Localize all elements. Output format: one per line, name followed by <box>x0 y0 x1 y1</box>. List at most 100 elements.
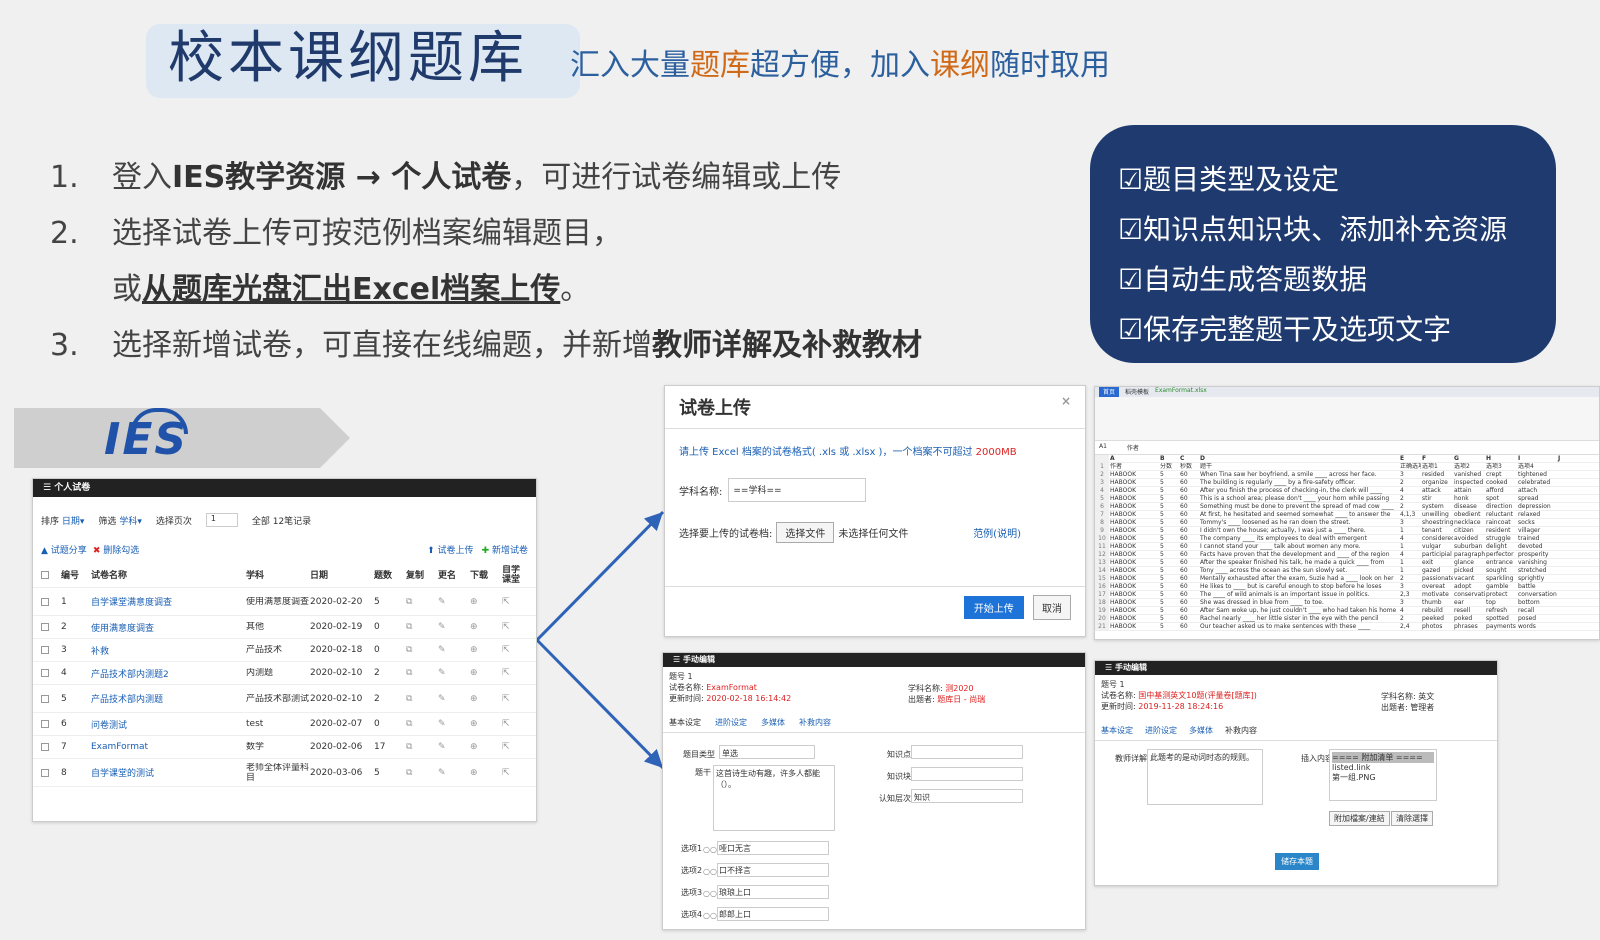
sheet-cell[interactable]: 5 <box>1159 479 1179 486</box>
knowledge-point-input[interactable] <box>911 745 1023 759</box>
sheet-cell[interactable]: F <box>1421 455 1453 462</box>
rename-icon[interactable]: ✎ <box>438 645 470 655</box>
sheet-cell[interactable]: Something must be done to prevent the sp… <box>1199 503 1399 510</box>
row-checkbox[interactable] <box>41 623 49 631</box>
sheet-cell[interactable]: trained <box>1517 535 1557 542</box>
sheet-cell[interactable]: necklace <box>1453 519 1485 526</box>
sheet-cell[interactable]: adopt <box>1453 583 1485 590</box>
sheet-cell[interactable]: After Sam woke up, he just couldn't ____… <box>1199 607 1399 614</box>
upload-button[interactable]: ⬆ 试卷上传 <box>427 543 473 556</box>
sheet-cell[interactable]: J <box>1557 455 1587 462</box>
sheet-cell[interactable]: HABOOK <box>1109 519 1159 526</box>
option-input[interactable]: 郎郎上口 <box>717 907 829 921</box>
sheet-cell[interactable]: raincoat <box>1485 519 1517 526</box>
insert-list[interactable]: ==== 附加清单 ==== listed.link 第一组.PNG <box>1329 749 1437 801</box>
sheet-cell[interactable]: system <box>1421 503 1453 510</box>
sheet-cell[interactable]: 2 <box>1399 495 1421 502</box>
exam-name-link[interactable]: 产品技术部内测题2 <box>91 667 246 680</box>
sheet-cell[interactable]: 选项4 <box>1517 463 1557 470</box>
sheet-cell[interactable]: 1 <box>1399 527 1421 534</box>
choose-file-button[interactable]: 选择文件 <box>776 522 835 543</box>
sheet-cell[interactable]: 2 <box>1399 503 1421 510</box>
rename-icon[interactable]: ✎ <box>438 694 470 704</box>
sheet-cell[interactable]: 60 <box>1179 607 1199 614</box>
subject-select[interactable]: ==学科== <box>728 478 867 502</box>
sheet-cell[interactable]: attach <box>1517 487 1557 494</box>
table-row[interactable]: 5 产品技术部内测题 产品技术部测试 2020-02-10 2 ⧉ ✎ ⊕ ⇱ <box>33 685 536 713</box>
copy-icon[interactable]: ⧉ <box>406 668 438 678</box>
sheet-cell[interactable]: At first, he hesitated and seemed somewh… <box>1199 511 1399 518</box>
option-input[interactable]: 口不择言 <box>717 863 829 877</box>
sheet-cell[interactable]: 5 <box>1159 591 1179 598</box>
sheet-cell[interactable]: gazed <box>1421 567 1453 574</box>
sheet-cell[interactable]: 选项3 <box>1485 463 1517 470</box>
sheet-cell[interactable]: When Tina saw her boyfriend, a smile ___… <box>1199 471 1399 478</box>
share-icon[interactable]: ⇱ <box>502 668 524 678</box>
cancel-button[interactable]: 取消 <box>1033 595 1071 620</box>
sheet-cell[interactable]: afford <box>1485 487 1517 494</box>
row-checkbox[interactable] <box>41 694 49 703</box>
sheet-cell[interactable]: I <box>1517 455 1557 462</box>
sheet-cell[interactable]: vacant <box>1453 575 1485 582</box>
sheet-cell[interactable]: 4 <box>1399 487 1421 494</box>
sheet-cell[interactable]: 2 <box>1399 479 1421 486</box>
sheet-cell[interactable]: 60 <box>1179 487 1199 494</box>
download-icon[interactable]: ⊕ <box>470 694 502 704</box>
sheet-cell[interactable]: stir <box>1421 495 1453 502</box>
row-checkbox[interactable] <box>41 597 49 606</box>
table-row[interactable]: 4 产品技术部内测题2 内测题 2020-02-10 2 ⧉ ✎ ⊕ ⇱ <box>33 662 536 685</box>
new-exam-button[interactable]: ✚ 新增试卷 <box>482 543 528 556</box>
sheet-cell[interactable]: tenant <box>1421 527 1453 534</box>
save-question-button[interactable]: 储存本题 <box>1275 853 1319 870</box>
sheet-cell[interactable]: struggle <box>1485 535 1517 542</box>
sheet-cell[interactable]: 60 <box>1179 479 1199 486</box>
sheet-cell[interactable]: 4,1,3 <box>1399 511 1421 518</box>
sheet-cell[interactable]: socks <box>1517 519 1557 526</box>
sheet-cell[interactable]: poked <box>1453 615 1485 622</box>
sheet-cell[interactable]: 5 <box>1159 519 1179 526</box>
sheet-cell[interactable]: stretched <box>1517 567 1557 574</box>
tab-advanced[interactable]: 进阶设定 <box>715 717 747 728</box>
sheet-cell[interactable]: conservation <box>1453 591 1485 598</box>
sheet-cell[interactable]: 60 <box>1179 519 1199 526</box>
copy-icon[interactable]: ⧉ <box>406 645 438 655</box>
tab-remedial[interactable]: 补救内容 <box>799 717 831 728</box>
share-icon[interactable]: ⇱ <box>502 768 524 778</box>
sheet-cell[interactable]: HABOOK <box>1109 479 1159 486</box>
sheet-cell[interactable]: vanished <box>1453 471 1485 478</box>
share-icon[interactable]: ⇱ <box>502 645 524 655</box>
sheet-cell[interactable]: HABOOK <box>1109 559 1159 566</box>
sheet-cell[interactable]: 5 <box>1159 567 1179 574</box>
sheet-cell[interactable]: 60 <box>1179 543 1199 550</box>
sheet-cell[interactable]: HABOOK <box>1109 487 1159 494</box>
question-type-select[interactable]: 单选 <box>719 745 815 759</box>
tab-media[interactable]: 多媒体 <box>761 717 785 728</box>
sheet-cell[interactable]: 5 <box>1159 615 1179 622</box>
copy-icon[interactable]: ⧉ <box>406 694 438 704</box>
sheet-cell[interactable]: words <box>1517 623 1557 630</box>
share-icon[interactable]: ⇱ <box>502 597 524 607</box>
share-icon[interactable]: ⇱ <box>502 622 524 632</box>
sheet-cell[interactable]: 题干 <box>1199 463 1399 470</box>
sheet-cell[interactable]: She was dressed in blue from ____ to toe… <box>1199 599 1399 606</box>
sheet-cell[interactable]: HABOOK <box>1109 511 1159 518</box>
sheet-cell[interactable]: 5 <box>1159 623 1179 630</box>
sheet-cell[interactable]: spot <box>1485 495 1517 502</box>
copy-icon[interactable]: ⧉ <box>406 719 438 729</box>
option-radio[interactable]: ○○ <box>703 845 717 854</box>
cognitive-level-select[interactable]: 知识 <box>911 789 1023 803</box>
sheet-cell[interactable]: Our teacher asked us to make sentences w… <box>1199 623 1399 630</box>
sheet-cell[interactable]: HABOOK <box>1109 615 1159 622</box>
table-row[interactable]: 6 问卷测试 test 2020-02-07 0 ⧉ ✎ ⊕ ⇱ <box>33 713 536 736</box>
sheet-cell[interactable]: considered <box>1421 535 1453 542</box>
sheet-cell[interactable]: 4 <box>1399 607 1421 614</box>
sheet-cell[interactable]: 3 <box>1399 599 1421 606</box>
rename-icon[interactable]: ✎ <box>438 668 470 678</box>
sheet-cell[interactable]: 正确选项 <box>1399 463 1421 470</box>
sheet-cell[interactable]: 选项1 <box>1421 463 1453 470</box>
sheet-cell[interactable]: paragraph <box>1453 551 1485 558</box>
rename-icon[interactable]: ✎ <box>438 719 470 729</box>
sheet-cell[interactable]: 60 <box>1179 559 1199 566</box>
table-row[interactable]: 1 自学课堂满意度调查 使用满意度调查 2020-02-20 5 ⧉ ✎ ⊕ ⇱ <box>33 588 536 616</box>
sheet-cell[interactable]: villager <box>1517 527 1557 534</box>
